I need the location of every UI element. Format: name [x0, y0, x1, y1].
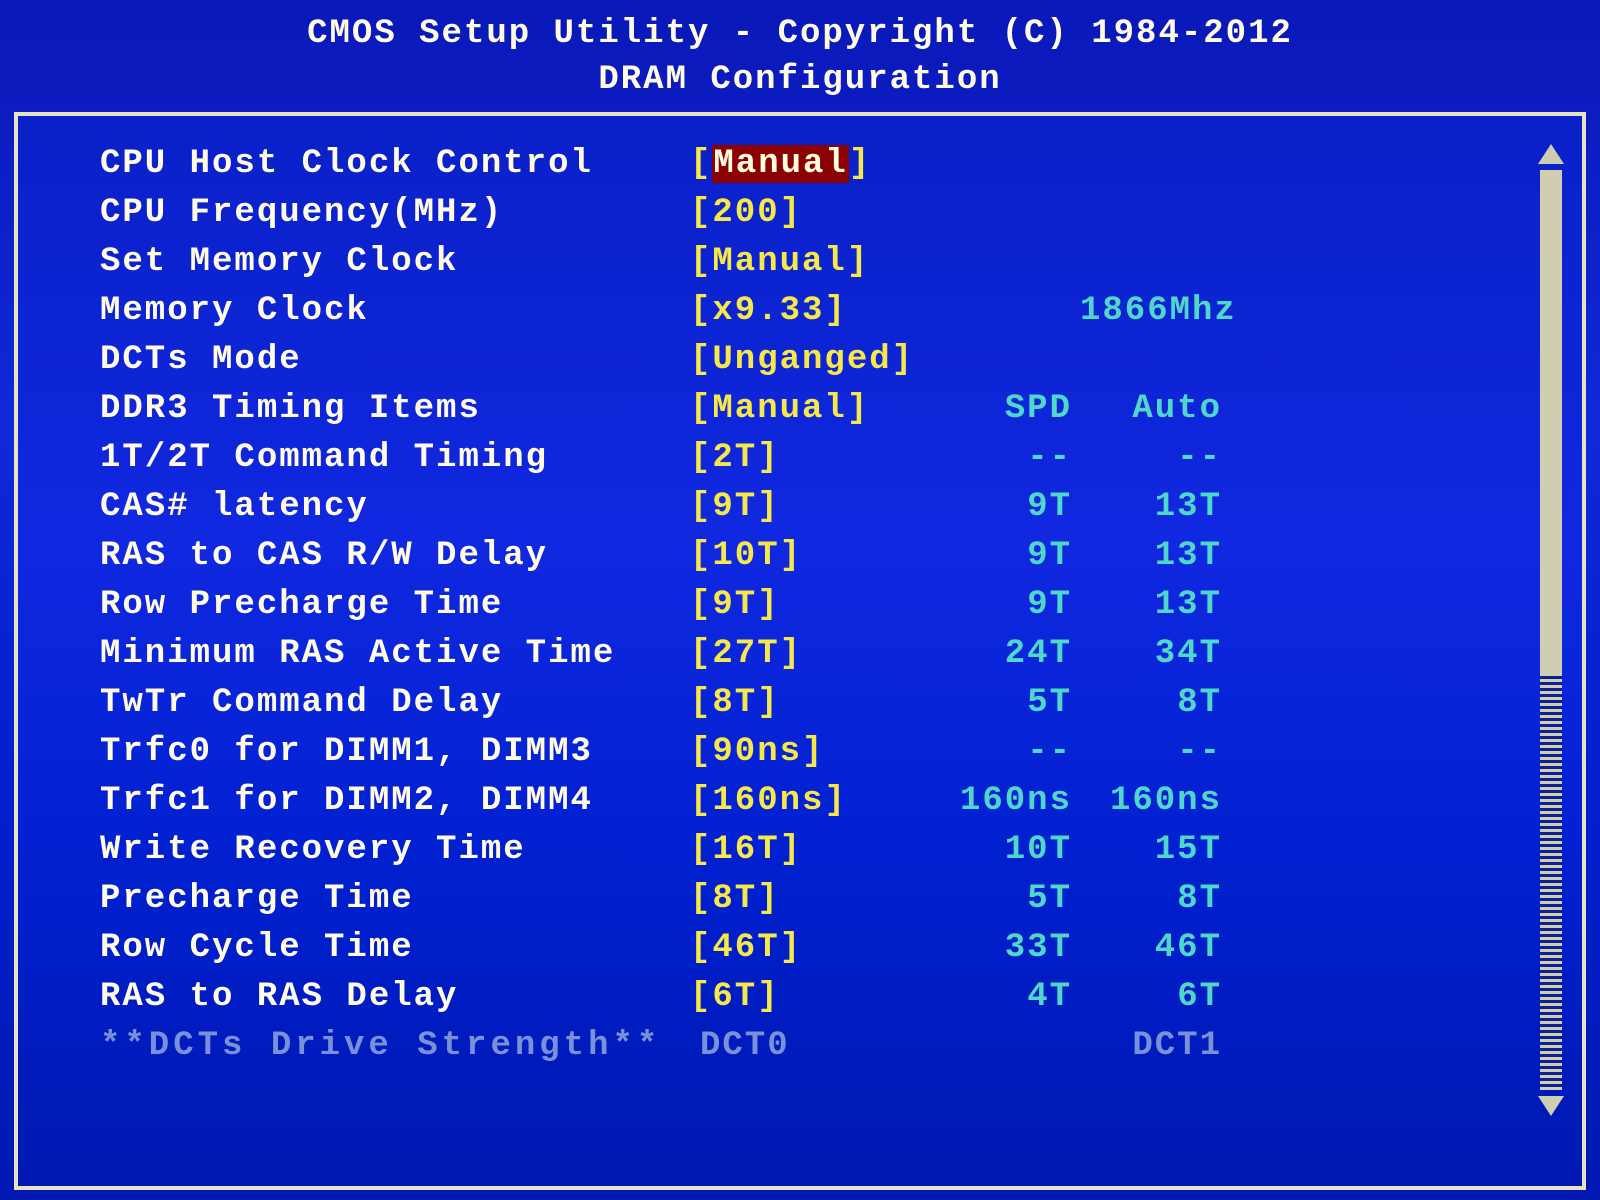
setting-label: Memory Clock — [100, 292, 690, 330]
setting-value[interactable]: [9T] — [690, 586, 930, 624]
settings-list: CPU Host Clock Control[Manual]CPU Freque… — [100, 140, 1576, 1022]
setting-value[interactable]: [200] — [690, 194, 930, 232]
setting-value[interactable]: [90ns] — [690, 733, 930, 771]
setting-value[interactable]: [8T] — [690, 880, 930, 918]
setting-label: Set Memory Clock — [100, 243, 690, 281]
column-header-auto: Auto — [1080, 390, 1230, 428]
setting-value[interactable]: [Manual] — [690, 243, 930, 281]
setting-row[interactable]: Trfc0 for DIMM1, DIMM3[90ns]---- — [100, 728, 1576, 777]
setting-spd: 9T — [930, 488, 1080, 526]
setting-value[interactable]: [Manual] — [690, 145, 930, 183]
header-subtitle: DRAM Configuration — [0, 58, 1600, 104]
scrollbar[interactable] — [1538, 144, 1564, 1116]
setting-value[interactable]: [27T] — [690, 635, 930, 673]
setting-spd: 4T — [930, 978, 1080, 1016]
setting-spd: 5T — [930, 880, 1080, 918]
setting-row[interactable]: CPU Frequency(MHz)[200] — [100, 189, 1576, 238]
scroll-track[interactable] — [1540, 170, 1562, 1090]
setting-row[interactable]: Precharge Time[8T]5T8T — [100, 875, 1576, 924]
footer-label: **DCTs Drive Strength** — [100, 1027, 690, 1065]
setting-value[interactable]: [16T] — [690, 831, 930, 869]
setting-spd: 33T — [930, 929, 1080, 967]
setting-label: TwTr Command Delay — [100, 684, 690, 722]
setting-row[interactable]: DCTs Mode[Unganged] — [100, 336, 1576, 385]
setting-spd: -- — [930, 439, 1080, 477]
setting-auto: 13T — [1080, 488, 1230, 526]
footer-dct1: DCT1 — [1080, 1027, 1230, 1065]
panel: CPU Host Clock Control[Manual]CPU Freque… — [14, 112, 1586, 1190]
setting-label: Trfc0 for DIMM1, DIMM3 — [100, 733, 690, 771]
setting-row[interactable]: CAS# latency[9T]9T13T — [100, 483, 1576, 532]
setting-spd: 10T — [930, 831, 1080, 869]
setting-spd: 9T — [930, 537, 1080, 575]
setting-auto: 13T — [1080, 586, 1230, 624]
setting-auto: 160ns — [1080, 782, 1230, 820]
setting-auto: 8T — [1080, 684, 1230, 722]
setting-label: CAS# latency — [100, 488, 690, 526]
setting-label: Row Cycle Time — [100, 929, 690, 967]
footer-row: **DCTs Drive Strength** DCT0 DCT1 — [100, 1022, 1576, 1071]
setting-label: CPU Host Clock Control — [100, 145, 690, 183]
setting-auto: 34T — [1080, 635, 1230, 673]
setting-value[interactable]: [Manual] — [690, 390, 930, 428]
header: CMOS Setup Utility - Copyright (C) 1984-… — [0, 0, 1600, 112]
setting-row[interactable]: Set Memory Clock[Manual] — [100, 238, 1576, 287]
setting-value[interactable]: [x9.33] — [690, 292, 930, 330]
setting-label: RAS to RAS Delay — [100, 978, 690, 1016]
setting-auto: 6T — [1080, 978, 1230, 1016]
footer-dct0: DCT0 — [690, 1027, 930, 1065]
setting-spd: 24T — [930, 635, 1080, 673]
setting-label: Trfc1 for DIMM2, DIMM4 — [100, 782, 690, 820]
setting-label: Precharge Time — [100, 880, 690, 918]
setting-auto: 46T — [1080, 929, 1230, 967]
setting-auto: 8T — [1080, 880, 1230, 918]
setting-value[interactable]: [8T] — [690, 684, 930, 722]
setting-value[interactable]: [Unganged] — [690, 341, 930, 379]
setting-row[interactable]: 1T/2T Command Timing[2T]---- — [100, 434, 1576, 483]
setting-label: RAS to CAS R/W Delay — [100, 537, 690, 575]
setting-label: Minimum RAS Active Time — [100, 635, 690, 673]
setting-row[interactable]: Row Cycle Time[46T]33T46T — [100, 924, 1576, 973]
bios-screen: CMOS Setup Utility - Copyright (C) 1984-… — [0, 0, 1600, 1200]
setting-auto: -- — [1080, 733, 1230, 771]
setting-label: Row Precharge Time — [100, 586, 690, 624]
setting-row[interactable]: CPU Host Clock Control[Manual] — [100, 140, 1576, 189]
setting-spd: 9T — [930, 586, 1080, 624]
scroll-down-icon[interactable] — [1538, 1096, 1564, 1116]
setting-auto: 15T — [1080, 831, 1230, 869]
setting-row[interactable]: RAS to RAS Delay[6T]4T6T — [100, 973, 1576, 1022]
setting-row[interactable]: Write Recovery Time[16T]10T15T — [100, 826, 1576, 875]
setting-row[interactable]: DDR3 Timing Items[Manual]SPDAuto — [100, 385, 1576, 434]
setting-auto: -- — [1080, 439, 1230, 477]
setting-value[interactable]: [2T] — [690, 439, 930, 477]
setting-label: 1T/2T Command Timing — [100, 439, 690, 477]
setting-row[interactable]: Minimum RAS Active Time[27T]24T34T — [100, 630, 1576, 679]
setting-label: Write Recovery Time — [100, 831, 690, 869]
setting-value[interactable]: [9T] — [690, 488, 930, 526]
header-title: CMOS Setup Utility - Copyright (C) 1984-… — [0, 12, 1600, 58]
setting-label: DCTs Mode — [100, 341, 690, 379]
setting-row[interactable]: RAS to CAS R/W Delay[10T]9T13T — [100, 532, 1576, 581]
setting-spd: 5T — [930, 684, 1080, 722]
setting-value[interactable]: [10T] — [690, 537, 930, 575]
setting-row[interactable]: TwTr Command Delay[8T]5T8T — [100, 679, 1576, 728]
setting-row[interactable]: Row Precharge Time[9T]9T13T — [100, 581, 1576, 630]
setting-spd: -- — [930, 733, 1080, 771]
setting-auto: 13T — [1080, 537, 1230, 575]
setting-row[interactable]: Trfc1 for DIMM2, DIMM4[160ns]160ns160ns — [100, 777, 1576, 826]
setting-value[interactable]: [46T] — [690, 929, 930, 967]
setting-label: CPU Frequency(MHz) — [100, 194, 690, 232]
scroll-up-icon[interactable] — [1538, 144, 1564, 164]
setting-row[interactable]: Memory Clock[x9.33] 1866Mhz — [100, 287, 1576, 336]
setting-value[interactable]: [160ns] — [690, 782, 930, 820]
setting-value[interactable]: [6T] — [690, 978, 930, 1016]
setting-info: 1866Mhz — [1080, 292, 1230, 330]
scroll-thumb[interactable] — [1540, 676, 1562, 1090]
panel-inner: CPU Host Clock Control[Manual]CPU Freque… — [24, 122, 1576, 1180]
setting-spd: 160ns — [930, 782, 1080, 820]
setting-label: DDR3 Timing Items — [100, 390, 690, 428]
column-header-spd: SPD — [930, 390, 1080, 428]
